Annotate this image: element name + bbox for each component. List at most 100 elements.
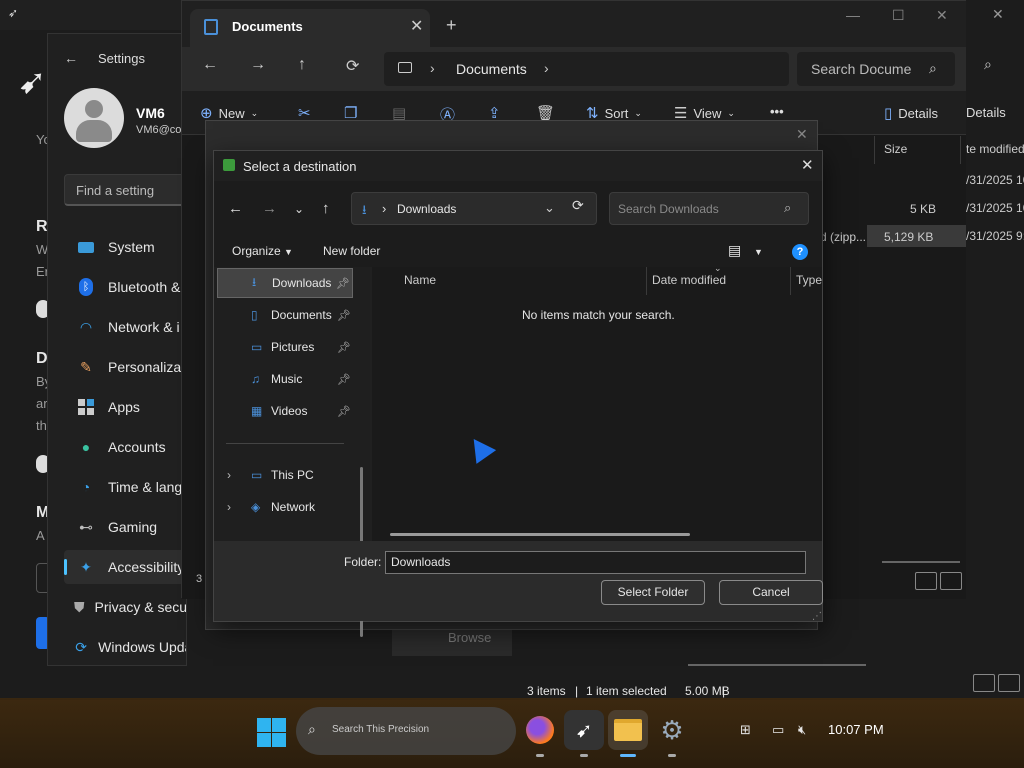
tiles-view-icon[interactable]	[998, 674, 1020, 692]
qr-code-icon[interactable]: ⊞	[740, 722, 751, 738]
taskbar-search-box[interactable]: ⌕ Search This Precision	[296, 707, 516, 755]
back-icon[interactable]: ←	[228, 200, 243, 217]
horizontal-scrollbar[interactable]	[390, 533, 690, 536]
new-tab-icon[interactable]: +	[446, 15, 457, 36]
eagle-app-icon[interactable]: ➹	[564, 710, 604, 750]
refresh-icon[interactable]: ⟳	[572, 197, 584, 214]
more-options-button[interactable]: •••	[770, 104, 784, 119]
organize-button[interactable]: Organize ▼	[232, 244, 293, 258]
tiles-view-icon[interactable]	[940, 572, 962, 590]
column-divider[interactable]	[874, 136, 875, 164]
display-icon[interactable]: ▭	[772, 722, 784, 738]
column-date-modified[interactable]: Date modified	[652, 273, 726, 287]
tab-documents[interactable]: Documents ✕	[190, 9, 430, 47]
nav-system[interactable]: System	[64, 230, 186, 264]
caret-down-icon[interactable]: ▼	[754, 247, 763, 257]
back-arrow-icon[interactable]: ←	[64, 50, 78, 66]
sidebar-item-downloads[interactable]: ⭳ Downloads 📌︎	[217, 268, 353, 298]
brush-icon: ✎	[80, 358, 92, 375]
nav-network[interactable]: ◠ Network & i	[64, 310, 186, 344]
back-icon[interactable]: ←	[202, 56, 218, 74]
nav-accounts[interactable]: ● Accounts	[64, 430, 186, 464]
details-label[interactable]: Details	[966, 105, 1006, 120]
dialog-address-bar[interactable]: ⭳ › Downloads ⌄	[351, 192, 597, 225]
sidebar-item-videos[interactable]: ▦ Videos 📌︎	[217, 396, 353, 426]
file-explorer-icon[interactable]	[608, 710, 648, 750]
firefox-icon[interactable]	[520, 710, 560, 750]
document-icon	[204, 19, 218, 35]
nav-apps[interactable]: Apps	[64, 390, 186, 424]
maximize-icon[interactable]: ☐	[892, 7, 905, 24]
cancel-button[interactable]: Cancel	[719, 580, 823, 605]
nav-privacy[interactable]: ⛊ Privacy & security	[64, 590, 186, 624]
settings-search-input[interactable]: Find a setting	[64, 174, 186, 206]
folder-input[interactable]: Downloads	[385, 551, 806, 574]
forward-icon[interactable]: →	[250, 56, 266, 74]
nav-label: Time & lang	[108, 479, 183, 495]
nav-windows-update[interactable]: ⟳ Windows Update	[64, 630, 186, 664]
sidebar-item-pictures[interactable]: ▭ Pictures 📌︎	[217, 332, 353, 362]
chevron-down-icon[interactable]: ⌄	[544, 200, 555, 216]
close-icon[interactable]: ✕	[992, 6, 1004, 23]
forward-icon[interactable]: →	[262, 200, 277, 217]
chevron-right-icon[interactable]: ›	[544, 60, 549, 76]
caret-down-icon: ▼	[284, 247, 293, 257]
dialog-navigation-bar: ← → ⌄ ↑ ⭳ › Downloads ⌄ ⟳ Search Downloa…	[214, 181, 822, 237]
sidebar-item-documents[interactable]: ▯ Documents 📌︎	[217, 300, 353, 330]
explorer-search-input[interactable]: Search Docume ⌕	[797, 52, 955, 86]
column-name[interactable]: Name	[404, 273, 436, 287]
resize-grip-icon[interactable]: ⋰	[812, 611, 822, 622]
minimize-icon[interactable]: —	[846, 7, 860, 23]
tab-close-icon[interactable]: ✕	[410, 16, 423, 36]
empty-state-message: No items match your search.	[522, 308, 675, 322]
sidebar-label: Downloads	[272, 276, 332, 290]
status-items: 3 items	[527, 684, 566, 698]
column-divider[interactable]	[646, 267, 647, 295]
column-divider[interactable]	[790, 267, 791, 295]
explorer-status-bar: 3 items | 1 item selected 5.00 MB |	[512, 622, 1024, 698]
nav-time-language[interactable]: ◔ Time & lang	[64, 470, 186, 504]
help-icon[interactable]: ?	[792, 244, 808, 260]
picture-icon: ▭	[251, 340, 263, 354]
column-modified[interactable]: te modified	[966, 142, 1024, 156]
tree-item-network[interactable]: › ◈ Network	[217, 492, 353, 522]
nav-accessibility[interactable]: ✦ Accessibility	[64, 550, 186, 584]
volume-muted-icon[interactable]: 🔇︎	[798, 722, 806, 738]
column-size[interactable]: Size	[884, 142, 907, 156]
column-type[interactable]: Type	[796, 273, 822, 287]
refresh-icon[interactable]: ⟳	[346, 56, 359, 76]
details-view-icon[interactable]	[915, 572, 937, 590]
select-folder-button[interactable]: Select Folder	[601, 580, 705, 605]
taskbar-clock[interactable]: 10:07 PM	[828, 722, 884, 737]
new-folder-button[interactable]: New folder	[323, 244, 380, 258]
horizontal-scrollbar[interactable]	[882, 561, 960, 563]
tree-item-this-pc[interactable]: › ▭ This PC	[217, 460, 353, 490]
details-view-icon[interactable]	[973, 674, 995, 692]
bg-text: R	[36, 218, 48, 235]
dialog-close-icon[interactable]: ✕	[801, 156, 814, 174]
up-icon[interactable]: ↑	[298, 56, 306, 74]
sidebar-label: Music	[271, 372, 303, 386]
close-icon[interactable]: ✕	[936, 7, 948, 24]
recent-locations-chevron-icon[interactable]: ⌄	[294, 202, 304, 216]
nav-personalization[interactable]: ✎ Personalizat	[64, 350, 186, 384]
cell-modified: /31/2025 9:	[966, 229, 1024, 243]
explorer-address-bar[interactable]: › Documents ›	[384, 52, 789, 86]
up-icon[interactable]: ↑	[322, 200, 330, 217]
details-pane-button[interactable]: ▯ Details	[884, 104, 938, 122]
expand-chevron-icon[interactable]: ›	[227, 500, 231, 514]
settings-gear-icon[interactable]: ⚙	[652, 710, 692, 750]
start-button[interactable]	[255, 716, 287, 748]
sidebar-item-music[interactable]: ♫ Music 📌︎	[217, 364, 353, 394]
column-divider[interactable]	[960, 136, 961, 164]
expand-chevron-icon[interactable]: ›	[227, 468, 231, 482]
avatar[interactable]	[64, 88, 124, 148]
dialog-search-input[interactable]: Search Downloads ⌕	[609, 192, 809, 225]
nav-bluetooth[interactable]: ᛒ Bluetooth &	[64, 270, 186, 304]
nav-gaming[interactable]: ⊷ Gaming	[64, 510, 186, 544]
nav-label: Personalizat	[108, 359, 186, 375]
view-menu-icon[interactable]: ▤	[728, 242, 741, 259]
close-icon[interactable]: ✕	[796, 126, 808, 143]
horizontal-scrollbar[interactable]	[688, 664, 866, 666]
search-icon[interactable]: ⌕	[984, 56, 992, 73]
